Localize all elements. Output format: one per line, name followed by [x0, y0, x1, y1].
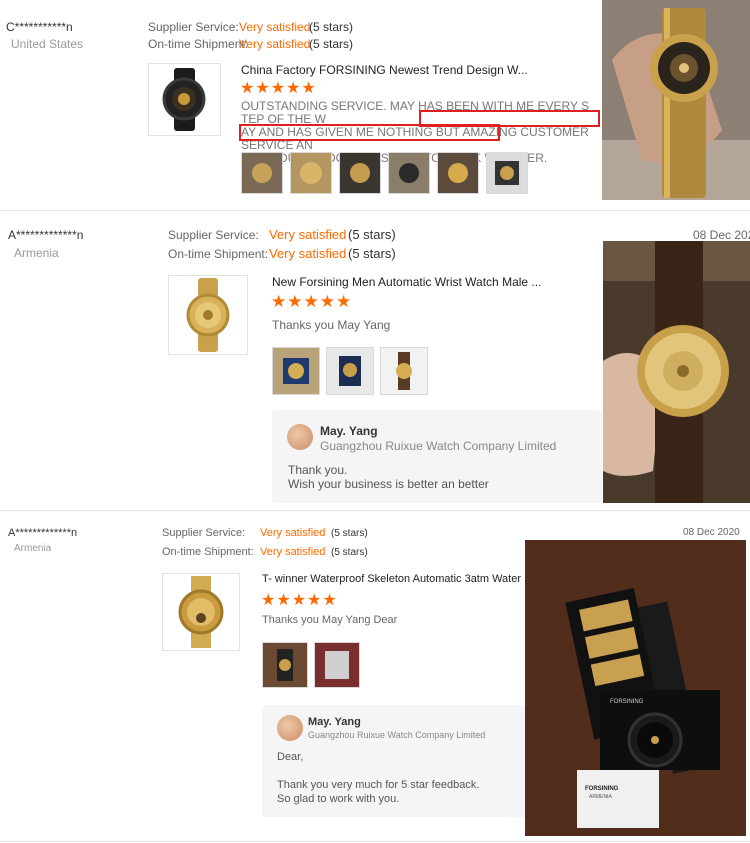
supplier-service-label: Supplier Service: [148, 20, 239, 34]
reply-company[interactable]: Guangzhou Ruixue Watch Company Limited [308, 730, 485, 740]
shipment-label: On-time Shipment: [148, 37, 249, 51]
watch-image-icon [162, 68, 206, 131]
review-text: Thanks you May Yang Dear [262, 614, 398, 626]
review-photo-thumbnails [262, 642, 360, 688]
review-photo[interactable] [602, 0, 750, 200]
review-thumbnail[interactable] [339, 152, 381, 194]
review-thumbnail[interactable] [290, 152, 332, 194]
box-brand-text: FORSINING [610, 699, 644, 705]
review-thumbnail[interactable] [272, 347, 320, 395]
review-date: 08 Dec 2020 [693, 228, 750, 242]
avatar [277, 715, 303, 741]
watch-box-photo-icon: FORSINING FORSINING ARMENIA [525, 540, 746, 836]
review-thumbnail[interactable] [262, 642, 308, 688]
reply-author: May. Yang [320, 424, 378, 438]
shipment-label: On-time Shipment: [168, 247, 269, 261]
supplier-service-stars: (5 stars) [309, 20, 354, 34]
divider [0, 210, 750, 211]
review-photo[interactable]: FORSINING FORSINING ARMENIA [525, 540, 746, 836]
review-date: 08 Dec 2020 [683, 527, 740, 538]
avatar [287, 424, 313, 450]
divider [0, 841, 750, 842]
review-photo[interactable] [603, 241, 750, 503]
gold-watch-photo-icon [602, 0, 750, 200]
shipment-value: Very satisfied [269, 246, 347, 261]
gold-watch-photo-icon [603, 241, 750, 503]
highlight-box [239, 124, 500, 141]
watch-image-icon [186, 278, 230, 352]
reply-text: Dear, [277, 751, 304, 763]
reply-company[interactable]: Guangzhou Ruixue Watch Company Limited [320, 439, 556, 453]
card-brand-text: FORSINING [585, 786, 619, 792]
review-thumbnail[interactable] [314, 642, 360, 688]
shipment-label: On-time Shipment: [162, 546, 254, 558]
divider [0, 510, 750, 511]
supplier-service-stars: (5 stars) [348, 227, 396, 242]
product-title[interactable]: T- winner Waterproof Skeleton Automatic … [262, 573, 533, 585]
reviewer-country: Armenia [14, 246, 59, 260]
product-title[interactable]: China Factory FORSINING Newest Trend Des… [241, 63, 528, 77]
seller-reply: May. Yang Guangzhou Ruixue Watch Company… [272, 410, 602, 503]
shipment-value: Very satisfied [239, 37, 311, 51]
review-photo-thumbnails [272, 347, 428, 395]
card-sub-text: ARMENIA [589, 794, 612, 800]
shipment-value: Very satisfied [260, 546, 326, 558]
reply-text: Thank you. [288, 463, 348, 477]
shipment-stars: (5 stars) [348, 246, 396, 261]
product-image[interactable] [162, 573, 240, 651]
reply-author: May. Yang [308, 716, 361, 728]
reviewer-name: A*************n [8, 228, 84, 242]
product-title[interactable]: New Forsining Men Automatic Wrist Watch … [272, 275, 541, 289]
review-photo-thumbnails [241, 152, 528, 194]
reply-text: Thank you very much for 5 star feedback. [277, 779, 480, 791]
star-rating: ★★★★★ [240, 80, 317, 97]
review-thumbnail[interactable] [241, 152, 283, 194]
review-thumbnail[interactable] [388, 152, 430, 194]
reply-text: Wish your business is better an better [288, 477, 489, 491]
review-thumbnail[interactable] [326, 347, 374, 395]
review-thumbnail[interactable] [486, 152, 528, 194]
supplier-service-value: Very satisfied [269, 227, 347, 242]
reviewer-country: Armenia [14, 543, 52, 554]
shipment-stars: (5 stars) [309, 37, 354, 51]
seller-reply: May. Yang Guangzhou Ruixue Watch Company… [262, 705, 532, 817]
reviewer-name: A*************n [8, 527, 78, 539]
supplier-service-value: Very satisfied [260, 527, 326, 539]
supplier-service-value: Very satisfied [239, 20, 311, 34]
product-image[interactable] [168, 275, 248, 355]
review-text: Thanks you May Yang [272, 318, 391, 332]
supplier-service-label: Supplier Service: [162, 527, 246, 539]
review-thumbnail[interactable] [380, 347, 428, 395]
review-thumbnail[interactable] [437, 152, 479, 194]
shipment-stars: (5 stars) [331, 547, 368, 558]
star-rating: ★★★★★ [271, 292, 353, 311]
supplier-service-label: Supplier Service: [168, 228, 259, 242]
reviewer-country: United States [11, 37, 84, 51]
reviewer-name: C***********n [6, 20, 73, 34]
product-image[interactable] [148, 63, 221, 136]
star-rating: ★★★★★ [261, 592, 338, 609]
supplier-service-stars: (5 stars) [331, 528, 368, 539]
watch-image-icon [178, 576, 224, 648]
reply-text: So glad to work with you. [277, 793, 400, 805]
